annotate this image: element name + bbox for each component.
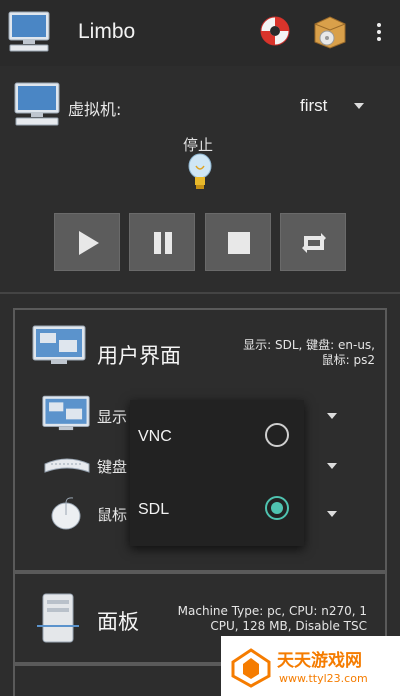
play-icon — [79, 231, 99, 255]
lifebuoy-icon[interactable] — [258, 14, 292, 48]
ui-summary-line2: 鼠标: ps2 — [321, 353, 375, 367]
app-title: Limbo — [78, 20, 136, 43]
lightbulb-icon — [188, 153, 212, 189]
option-sdl-radio[interactable] — [265, 496, 289, 520]
watermark-logo-icon — [231, 648, 271, 688]
board-summary-line1: Machine Type: pc, CPU: n270, 1 — [177, 604, 367, 618]
board-section-title: 面板 — [97, 610, 139, 634]
display-row-label[interactable]: 显示 — [97, 406, 127, 427]
app-bar: Limbo — [0, 0, 400, 66]
restart-button[interactable] — [280, 213, 346, 271]
option-vnc-label: VNC — [138, 428, 172, 445]
vm-label: 虚拟机: — [68, 100, 122, 119]
pause-icon — [154, 232, 172, 254]
display-dropdown-arrow-icon[interactable] — [327, 413, 337, 419]
ui-section-title: 用户界面 — [97, 344, 181, 368]
board-summary-line2: CPU, 128 MB, Disable TSC — [210, 619, 367, 633]
vm-computer-icon — [14, 82, 60, 126]
ui-summary-line1: 显示: SDL, 键盘: en-us, — [243, 338, 375, 352]
watermark-url: www.ttyl23.com — [279, 672, 368, 685]
keyboard-icon — [44, 458, 90, 473]
board-icon — [37, 593, 79, 643]
mouse-dropdown-arrow-icon[interactable] — [327, 511, 337, 517]
stop-icon — [228, 232, 250, 254]
option-sdl-label: SDL — [138, 501, 170, 518]
display-options-popup: VNC SDL — [130, 400, 304, 546]
watermark-title: 天天游戏网 — [277, 651, 362, 671]
vm-dropdown-arrow-icon[interactable] — [354, 103, 364, 109]
pause-button[interactable] — [129, 213, 195, 271]
play-button[interactable] — [54, 213, 120, 271]
option-sdl[interactable]: SDL — [130, 481, 304, 541]
package-icon[interactable] — [312, 14, 348, 50]
stop-button[interactable] — [205, 213, 271, 271]
option-vnc[interactable]: VNC — [130, 408, 304, 468]
overflow-menu-icon[interactable] — [372, 20, 386, 46]
computer-icon — [8, 11, 50, 52]
mouse-icon — [51, 497, 81, 530]
watermark: 天天游戏网 www.ttyl23.com — [221, 636, 400, 696]
display-icon — [42, 395, 90, 431]
keyboard-dropdown-arrow-icon[interactable] — [327, 463, 337, 469]
mouse-row-label[interactable]: 鼠标 — [97, 504, 127, 525]
divider — [0, 292, 400, 294]
user-interface-icon — [32, 325, 86, 364]
ui-section-summary: 显示: SDL, 键盘: en-us, 鼠标: ps2 — [243, 338, 375, 368]
restart-icon — [302, 233, 326, 253]
vm-select[interactable]: first — [300, 96, 327, 116]
keyboard-row-label[interactable]: 键盘 — [97, 456, 127, 477]
board-section-summary: Machine Type: pc, CPU: n270, 1 CPU, 128 … — [178, 604, 367, 634]
option-vnc-radio[interactable] — [265, 423, 289, 447]
